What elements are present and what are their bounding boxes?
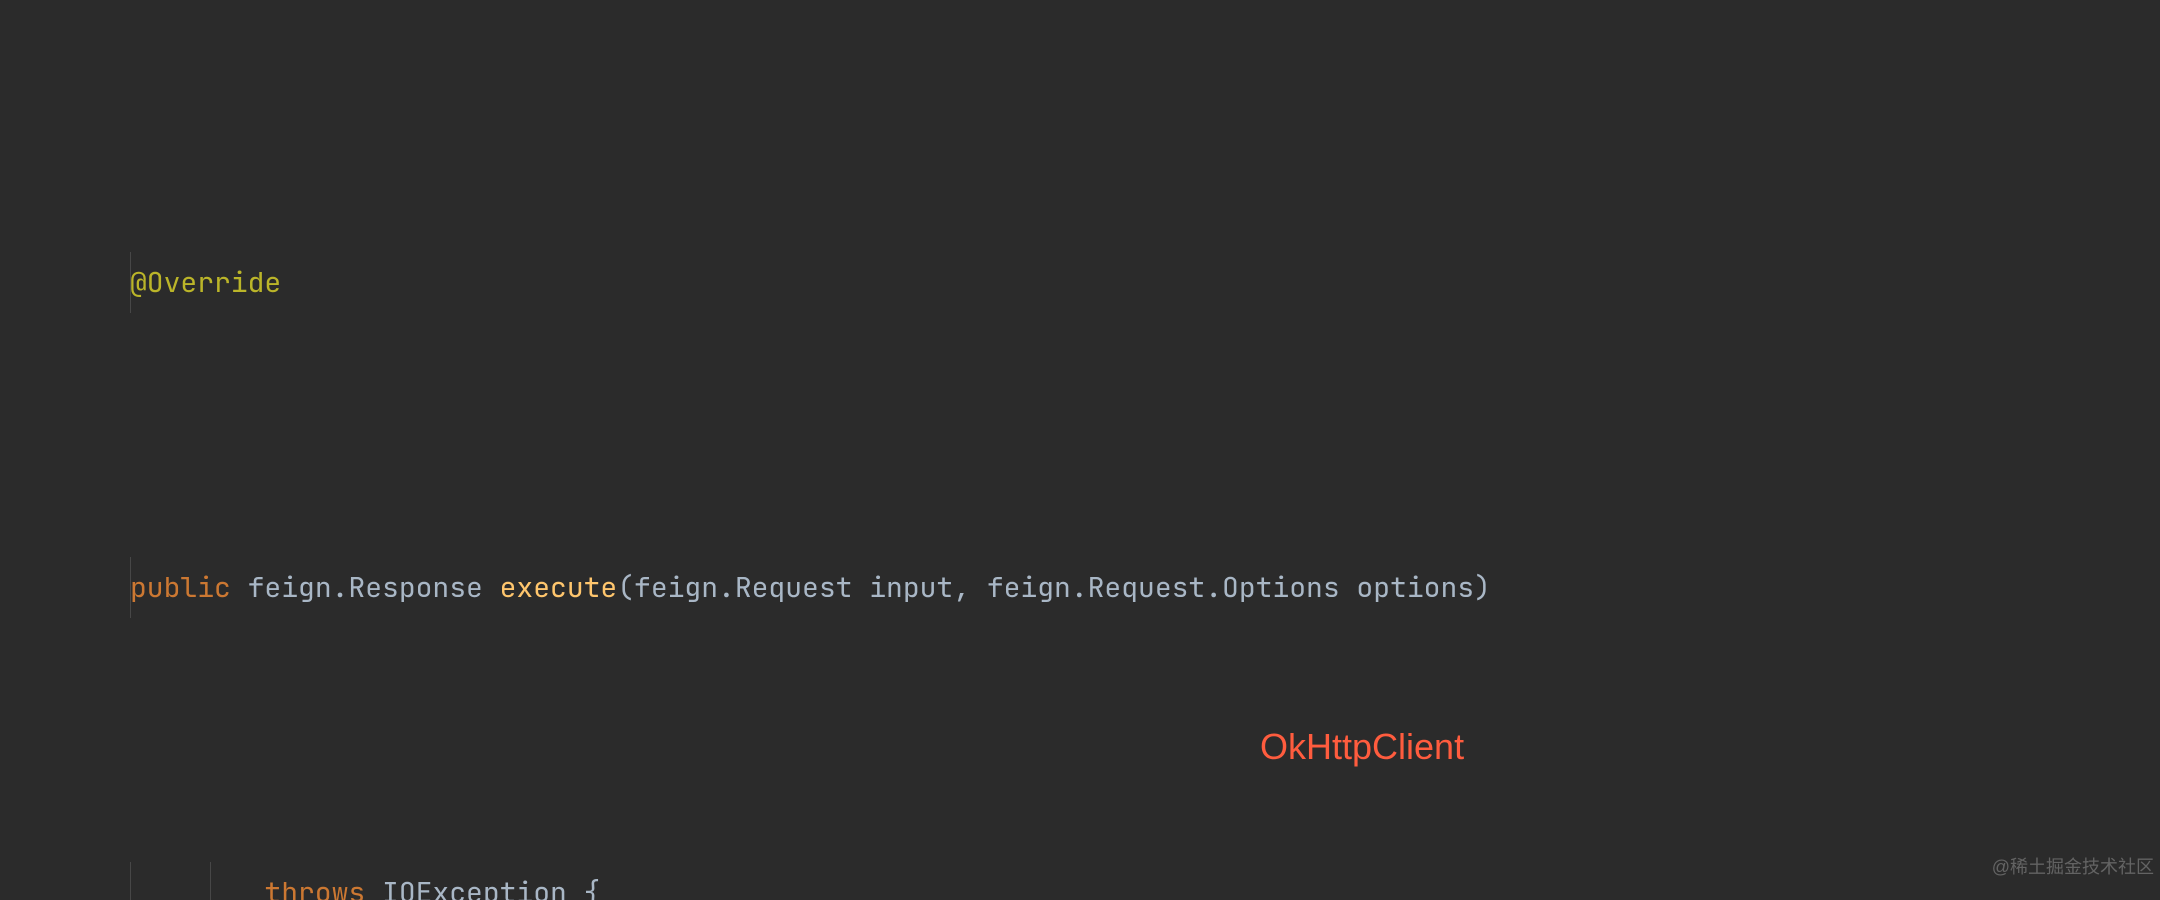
method-params: (feign.Request input, feign.Request.Opti… <box>617 569 1491 606</box>
code-editor[interactable]: @Override public feign.Response execute(… <box>0 0 2160 900</box>
keyword-throws: throws <box>264 874 365 900</box>
keyword-public: public <box>130 569 231 606</box>
method-name: execute <box>500 569 618 606</box>
code-line[interactable]: throws IOException { <box>0 862 2160 900</box>
code-line[interactable]: public feign.Response execute(feign.Requ… <box>0 557 2160 618</box>
annotation-overlay: OkHttpClient <box>1260 716 1464 777</box>
throws-clause: IOException { <box>365 874 600 900</box>
watermark-text: @稀土掘金技术社区 <box>1992 837 2154 898</box>
annotation-token: @Override <box>130 264 281 301</box>
return-type: feign.Response <box>231 569 500 606</box>
code-line[interactable]: @Override <box>0 252 2160 313</box>
